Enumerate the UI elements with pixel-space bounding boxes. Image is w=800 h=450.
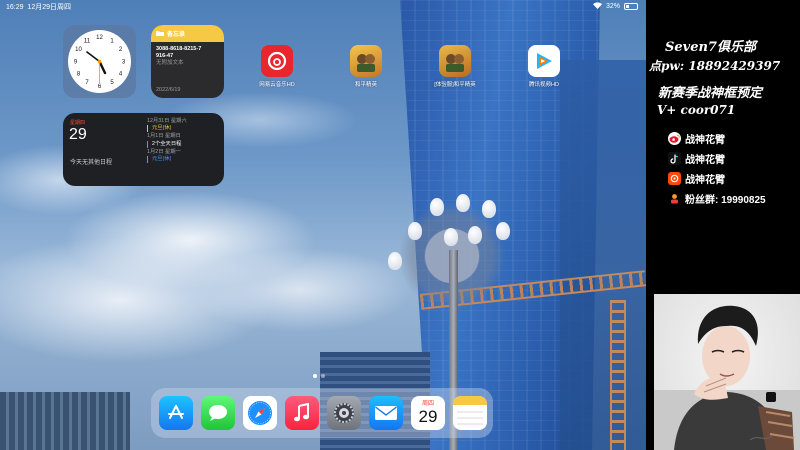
ipad-home-screen: 16:29 12月29日周四 32% 12 1 2 3 45 6 78 9 10 11 xyxy=(0,0,646,450)
messages-icon[interactable] xyxy=(201,396,235,430)
social-douyin: 战神花臂 xyxy=(668,151,725,166)
calendar-entry-event: 元旦(休) xyxy=(147,125,219,133)
dock-calendar-day: 29 xyxy=(418,406,438,426)
clock-face: 12 1 2 3 45 6 78 9 10 11 xyxy=(68,30,131,93)
notes-app-icon[interactable] xyxy=(453,396,487,430)
status-bar: 16:29 12月29日周四 32% xyxy=(0,2,646,14)
lamp-bulb xyxy=(468,226,482,244)
svg-text:8: 8 xyxy=(77,72,81,78)
app-tencent-video[interactable]: 腾讯视频HD xyxy=(514,45,574,88)
club-name: Seven7俱乐部 xyxy=(665,40,756,55)
social-handle: 粉丝群: 19990825 xyxy=(685,195,766,206)
dock: 周四 29 xyxy=(151,388,493,438)
app-label: 网易云音乐HD xyxy=(259,82,295,88)
notes-line: 916-47 xyxy=(156,53,174,59)
page-indicator[interactable] xyxy=(313,374,325,378)
svg-text:4: 4 xyxy=(119,72,123,78)
lamp-bulb xyxy=(430,198,444,216)
svg-text:9: 9 xyxy=(74,60,78,66)
notes-app-stripe xyxy=(453,396,487,405)
notes-widget-date: 2022/6/19 xyxy=(156,87,181,93)
notes-widget-title: 备忘录 xyxy=(167,32,186,38)
season-promo: 新赛季战神框预定 xyxy=(658,86,763,101)
app-label: 和平精英 xyxy=(354,82,377,88)
page-dot-active xyxy=(313,374,317,378)
settings-icon[interactable] xyxy=(327,396,361,430)
stream-overlay-panel: Seven7俱乐部 点pw: 18892429397 新赛季战神框预定 V+ c… xyxy=(646,0,800,450)
calendar-entry-date: 1月1日 星期日 xyxy=(147,133,181,140)
svg-text:1: 1 xyxy=(110,39,114,45)
fans-group-icon xyxy=(668,192,681,205)
pw-contact: 点pw: 18892429397 xyxy=(649,59,781,73)
lamp-bulb xyxy=(408,222,422,240)
mail-icon[interactable] xyxy=(369,396,403,430)
status-indicators: 32% xyxy=(592,2,638,11)
status-time-text: 16:29 xyxy=(6,4,24,11)
page-dot xyxy=(321,374,325,378)
app-netease-music[interactable]: 网易云音乐HD xyxy=(247,45,307,88)
svg-text:12: 12 xyxy=(96,35,103,41)
calendar-weekday: 星期四 xyxy=(70,120,86,126)
wechat-contact: V+ coor071 xyxy=(657,103,736,117)
peace-elite-icon xyxy=(350,45,382,77)
notes-widget-body: 3088-8618-8215-7 916-47 无附加文本 xyxy=(151,42,224,71)
tencent-video-icon xyxy=(528,45,560,77)
svg-text:6: 6 xyxy=(98,84,102,90)
calendar-app-icon[interactable]: 周四 29 xyxy=(411,396,445,430)
svg-text:5: 5 xyxy=(110,80,114,86)
app-label: [体验服]和平精英 xyxy=(434,82,476,88)
social-fans-group: 粉丝群: 19990825 xyxy=(668,191,766,206)
clock-widget[interactable]: 12 1 2 3 45 6 78 9 10 11 xyxy=(63,25,136,98)
wallpaper-building xyxy=(560,60,646,450)
svg-text:2: 2 xyxy=(119,47,123,53)
battery-percent: 32% xyxy=(605,3,620,10)
calendar-upcoming-list: 12月31日 星期六 元旦(休) 1月1日 星期日 2个全天日程 1月2日 星期… xyxy=(147,118,219,164)
social-kuaishou: 战神花臂 xyxy=(668,171,725,186)
app-store-icon[interactable] xyxy=(159,396,193,430)
lamp-bulb xyxy=(482,200,496,218)
notes-line: 3088-8618-8215-7 xyxy=(156,46,202,52)
calendar-day: 29 xyxy=(69,126,87,143)
social-handle: 战神花臂 xyxy=(685,135,725,146)
netease-music-icon xyxy=(261,45,293,77)
wifi-icon xyxy=(592,2,602,11)
svg-text:7: 7 xyxy=(85,80,89,86)
app-label: 腾讯视频HD xyxy=(529,82,559,88)
safari-icon[interactable] xyxy=(243,396,277,430)
notes-line: 无附加文本 xyxy=(156,60,184,66)
status-time: 16:29 12月29日周四 xyxy=(6,2,71,12)
lamp-bulb xyxy=(496,222,510,240)
douyin-icon xyxy=(668,152,681,165)
svg-text:3: 3 xyxy=(122,60,126,66)
svg-text:10: 10 xyxy=(75,47,82,53)
app-peace-elite-tiyan[interactable]: [体验服]和平精英 xyxy=(425,45,485,88)
calendar-entry-date: 1月2日 星期一 xyxy=(147,148,181,155)
weibo-icon xyxy=(668,132,681,145)
calendar-no-events: 今天无其他日程 xyxy=(70,160,113,166)
avatar-illustration-icon xyxy=(654,305,800,450)
wallpaper-building-left xyxy=(0,392,130,450)
wallpaper-crane-mast xyxy=(610,300,626,450)
status-date: 12月29日周四 xyxy=(27,4,71,11)
lamp-bulb xyxy=(456,194,470,212)
kuaishou-icon xyxy=(668,172,681,185)
calendar-widget[interactable]: 星期四 29 今天无其他日程 12月31日 星期六 元旦(休) 1月1日 星期日… xyxy=(63,113,224,186)
svg-text:11: 11 xyxy=(84,39,91,45)
folder-icon xyxy=(156,30,164,38)
calendar-entry-event: 元旦(休) xyxy=(147,156,219,164)
notes-widget-header: 备忘录 xyxy=(151,25,224,42)
streamer-avatar xyxy=(654,294,800,450)
notes-widget[interactable]: 备忘录 3088-8618-8215-7 916-47 无附加文本 2022/6… xyxy=(151,25,224,98)
analog-clock-icon: 12 12 3 45 6 78 9 1011 xyxy=(74,35,126,90)
social-weibo: 战神花臂 xyxy=(668,131,725,146)
music-icon[interactable] xyxy=(285,396,319,430)
battery-icon xyxy=(624,3,638,10)
lamp-bulb xyxy=(444,228,458,246)
lamp-bulb xyxy=(388,252,402,270)
calendar-entry-event: 2个全天日程 xyxy=(147,140,219,148)
app-peace-elite[interactable]: 和平精英 xyxy=(336,45,396,88)
peace-elite-tiyan-icon xyxy=(439,45,471,77)
social-handle: 战神花臂 xyxy=(685,155,725,166)
social-handle: 战神花臂 xyxy=(685,175,725,186)
